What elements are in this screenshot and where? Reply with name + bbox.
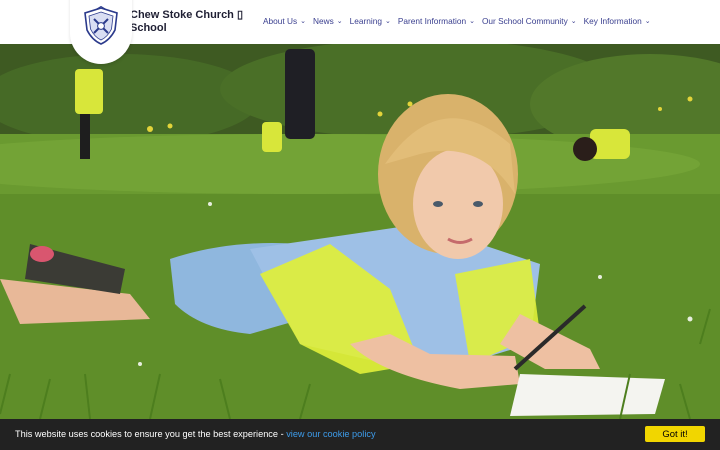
nav-item-label: Learning bbox=[349, 16, 382, 26]
chevron-down-icon: ⌄ bbox=[644, 18, 651, 25]
nav-item-parent-information[interactable]: Parent Information ⌄ bbox=[398, 16, 475, 26]
nav-item-label: About Us bbox=[263, 16, 298, 26]
cookie-banner: This website uses cookies to ensure you … bbox=[0, 419, 720, 450]
nav-item-about-us[interactable]: About Us ⌄ bbox=[263, 16, 306, 26]
school-crest-icon bbox=[84, 6, 118, 45]
school-logo[interactable] bbox=[70, 0, 132, 64]
cookie-message-text: This website uses cookies to ensure you … bbox=[15, 429, 287, 439]
cookie-message: This website uses cookies to ensure you … bbox=[15, 429, 376, 439]
main-nav: About Us ⌄ News ⌄ Learning ⌄ Parent Info… bbox=[263, 16, 658, 26]
nav-item-news[interactable]: News ⌄ bbox=[313, 16, 343, 26]
site-header: Chew Stoke Church ▯ School About Us ⌄ Ne… bbox=[0, 0, 720, 64]
chevron-down-icon: ⌄ bbox=[469, 18, 475, 25]
school-name[interactable]: Chew Stoke Church ▯ School bbox=[130, 9, 250, 35]
hero-image bbox=[0, 44, 720, 419]
hero-illustration bbox=[0, 44, 720, 419]
nav-item-label: Key Information bbox=[583, 16, 642, 26]
nav-item-label: Our School Community bbox=[481, 16, 568, 26]
nav-item-learning[interactable]: Learning ⌄ bbox=[350, 16, 391, 26]
cookie-policy-link[interactable]: view our cookie policy bbox=[286, 429, 375, 439]
cookie-accept-button[interactable]: Got it! bbox=[645, 426, 705, 442]
chevron-down-icon: ⌄ bbox=[300, 18, 307, 25]
chevron-down-icon: ⌄ bbox=[384, 18, 391, 25]
nav-item-key-information[interactable]: Key Information ⌄ bbox=[584, 16, 651, 26]
chevron-down-icon: ⌄ bbox=[570, 18, 577, 25]
chevron-down-icon: ⌄ bbox=[336, 18, 343, 25]
nav-item-label: Parent Information bbox=[397, 16, 467, 26]
nav-item-label: News bbox=[313, 16, 334, 26]
nav-item-our-school-community[interactable]: Our School Community ⌄ bbox=[482, 16, 577, 26]
